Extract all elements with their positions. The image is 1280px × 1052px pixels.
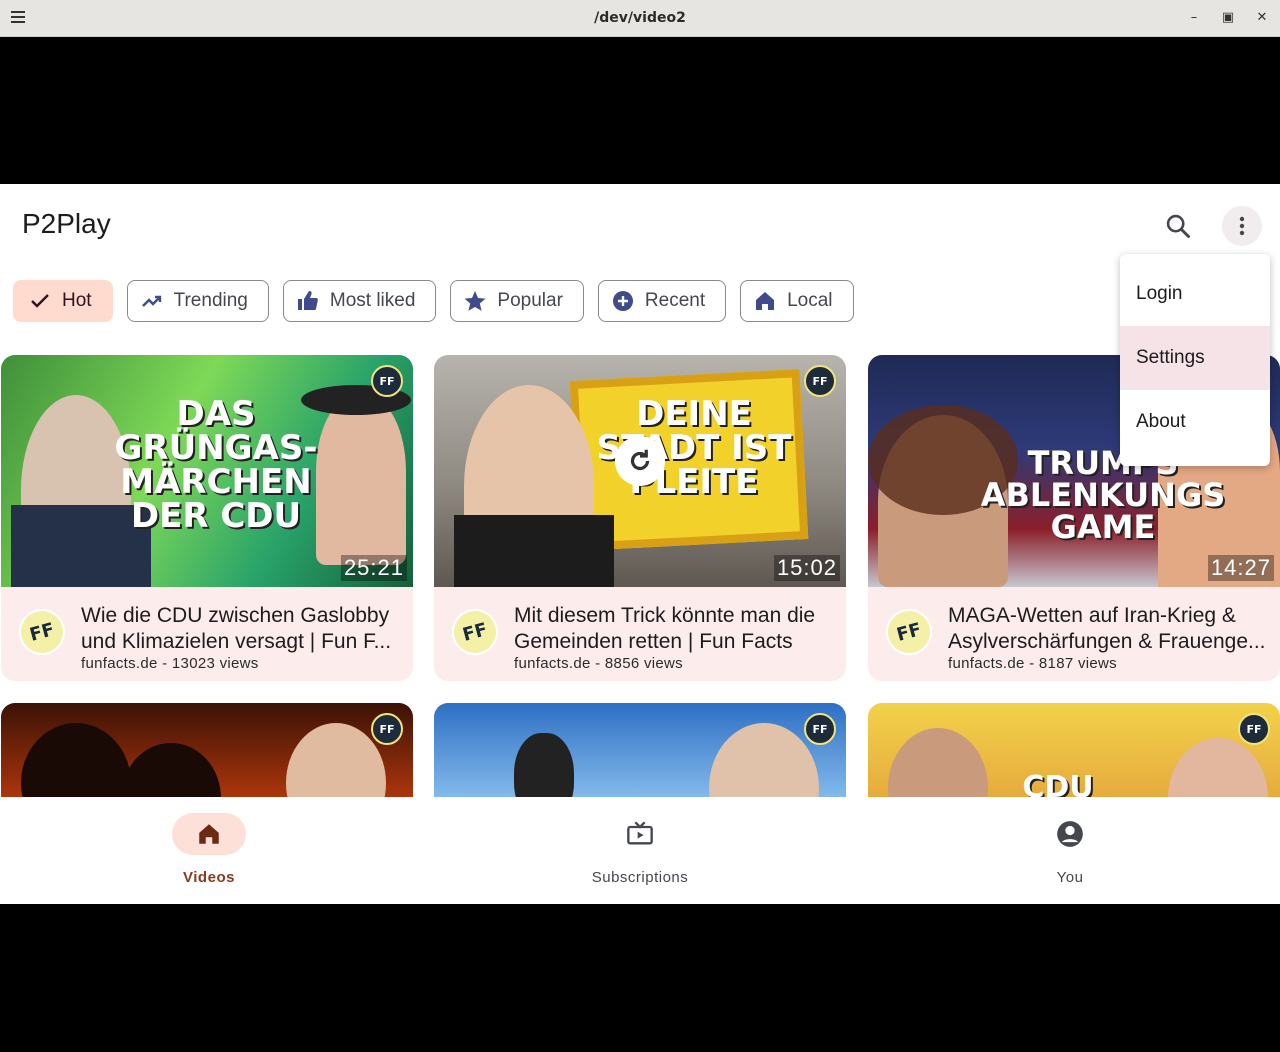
channel-badge: FF bbox=[371, 365, 403, 397]
chip-most-liked[interactable]: Most liked bbox=[282, 280, 437, 322]
star-icon bbox=[464, 291, 486, 311]
nav-label: You bbox=[1056, 869, 1084, 886]
app-window: P2Play Hot Trending Most liked Popular R… bbox=[0, 184, 1280, 904]
video-subtitle: funfacts.de - 8187 views bbox=[948, 655, 1117, 672]
video-title: MAGA-Wetten auf Iran-Krieg & Asylverschä… bbox=[948, 604, 1266, 653]
channel-avatar[interactable]: FF bbox=[880, 603, 938, 661]
channel-avatar[interactable]: FF bbox=[446, 603, 504, 661]
chip-recent[interactable]: Recent bbox=[597, 280, 727, 322]
video-card[interactable]: DEINE STADT IST PLEITE FF 15:02 FF Mit d… bbox=[434, 355, 846, 681]
window-titlebar: /dev/video2 – ▣ ✕ bbox=[0, 0, 1280, 37]
menu-item-about[interactable]: About bbox=[1120, 390, 1270, 454]
search-button[interactable] bbox=[1158, 206, 1198, 246]
account-icon bbox=[1057, 821, 1083, 847]
thumb-up-icon bbox=[297, 291, 318, 310]
video-meta: FF MAGA-Wetten auf Iran-Krieg & Asylvers… bbox=[868, 587, 1280, 681]
home-icon bbox=[756, 292, 775, 310]
overflow-menu: Login Settings About bbox=[1120, 254, 1270, 466]
thumbnail-person bbox=[316, 395, 406, 565]
nav-label: Videos bbox=[183, 869, 235, 886]
chip-hot[interactable]: Hot bbox=[13, 280, 113, 322]
close-icon[interactable]: ✕ bbox=[1252, 8, 1272, 28]
menu-item-settings[interactable]: Settings bbox=[1120, 326, 1270, 390]
more-vert-icon bbox=[1239, 216, 1245, 236]
more-options-button[interactable] bbox=[1222, 206, 1262, 246]
nav-videos[interactable]: Videos bbox=[129, 813, 289, 886]
video-meta: FF Wie die CDU zwischen Gaslobby und Kli… bbox=[1, 587, 413, 681]
channel-badge: FF bbox=[804, 365, 836, 397]
nav-indicator bbox=[1033, 813, 1107, 855]
thumbnail-clothing bbox=[454, 515, 614, 587]
home-icon bbox=[199, 824, 219, 844]
minimize-icon[interactable]: – bbox=[1184, 8, 1204, 28]
channel-badge: FF bbox=[804, 713, 836, 745]
video-thumbnail: DEINE STADT IST PLEITE FF 15:02 bbox=[434, 355, 846, 587]
add-circle-icon bbox=[612, 291, 633, 311]
loading-spinner bbox=[615, 436, 665, 486]
chip-label: Local bbox=[787, 290, 833, 311]
chip-trending[interactable]: Trending bbox=[126, 280, 269, 322]
chip-local[interactable]: Local bbox=[740, 280, 854, 322]
channel-badge: FF bbox=[371, 713, 403, 745]
video-subtitle: funfacts.de - 8856 views bbox=[514, 655, 683, 672]
chip-label: Popular bbox=[497, 290, 563, 311]
filter-chips: Hot Trending Most liked Popular Recent L… bbox=[13, 280, 854, 322]
trending-up-icon bbox=[141, 295, 161, 307]
refresh-icon bbox=[630, 449, 650, 471]
nav-you[interactable]: You bbox=[990, 813, 1150, 886]
video-duration: 15:02 bbox=[773, 555, 840, 581]
chip-label: Recent bbox=[644, 290, 706, 311]
thumbnail-headline: DAS GRÜNGAS-MÄRCHEN DER CDU bbox=[114, 394, 318, 536]
video-subtitle: funfacts.de - 13023 views bbox=[81, 655, 259, 672]
tv-icon bbox=[627, 821, 653, 845]
video-thumbnail: DAS GRÜNGAS-MÄRCHEN DER CDU FF 25:21 bbox=[1, 355, 413, 587]
check-icon bbox=[31, 294, 49, 308]
video-title: Wie die CDU zwischen Gaslobby und Klimaz… bbox=[81, 604, 392, 653]
video-duration: 14:27 bbox=[1207, 555, 1274, 581]
search-icon bbox=[1166, 214, 1190, 238]
video-title: Mit diesem Trick könnte man die Gemeinde… bbox=[514, 604, 816, 653]
chip-popular[interactable]: Popular bbox=[450, 280, 584, 322]
channel-avatar[interactable]: FF bbox=[13, 603, 71, 661]
chip-label: Hot bbox=[62, 290, 92, 311]
chip-label: Most liked bbox=[329, 290, 416, 311]
nav-indicator bbox=[172, 813, 246, 855]
window-title: /dev/video2 bbox=[594, 10, 686, 26]
channel-badge: FF bbox=[1238, 713, 1270, 745]
bottom-navigation: Videos Subscriptions You bbox=[0, 797, 1280, 904]
nav-label: Subscriptions bbox=[591, 869, 689, 886]
video-duration: 25:21 bbox=[340, 555, 407, 581]
chip-label: Trending bbox=[173, 290, 248, 311]
app-title: P2Play bbox=[22, 208, 111, 239]
menu-item-login[interactable]: Login bbox=[1120, 262, 1270, 326]
video-meta: FF Mit diesem Trick könnte man die Gemei… bbox=[434, 587, 846, 681]
video-card[interactable]: DAS GRÜNGAS-MÄRCHEN DER CDU FF 25:21 FF … bbox=[1, 355, 413, 681]
maximize-icon[interactable]: ▣ bbox=[1218, 8, 1238, 28]
nav-indicator bbox=[603, 813, 677, 855]
nav-subscriptions[interactable]: Subscriptions bbox=[560, 813, 720, 886]
